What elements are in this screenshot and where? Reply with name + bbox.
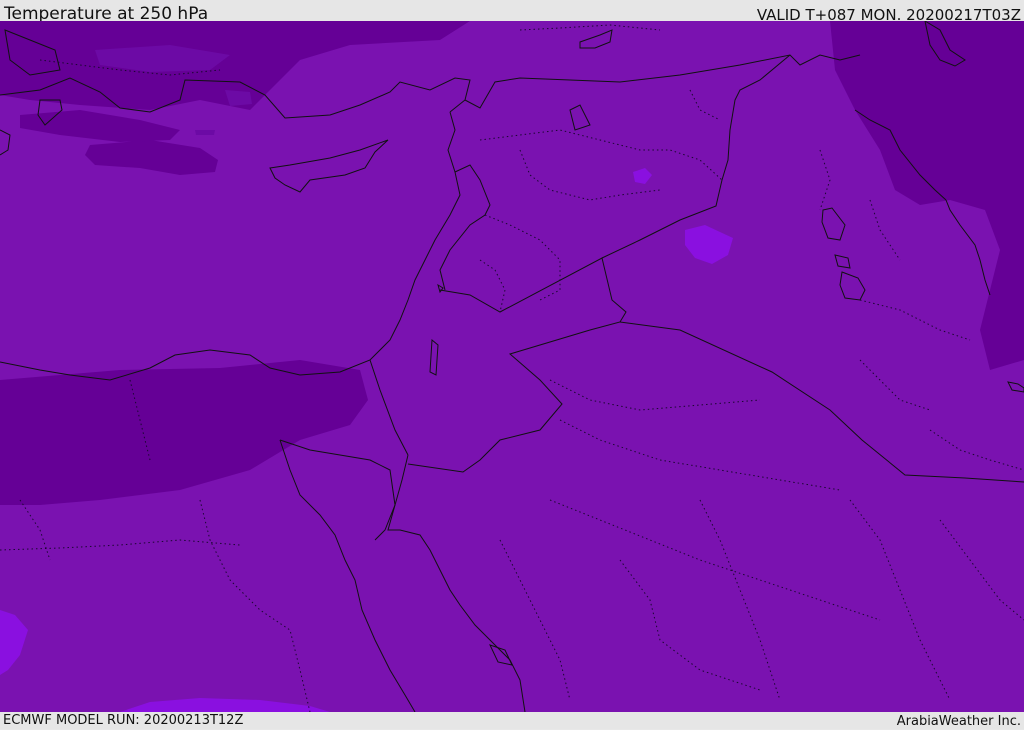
header-bar: Temperature at 250 hPa VALID T+087 MON. …: [0, 0, 1024, 24]
footer-bar: ECMWF MODEL RUN: 20200213T12Z ArabiaWeat…: [0, 712, 1024, 729]
credit: ArabiaWeather Inc.: [896, 714, 1021, 729]
temperature-map[interactable]: [0, 21, 1024, 712]
model-run: ECMWF MODEL RUN: 20200213T12Z: [3, 713, 244, 728]
